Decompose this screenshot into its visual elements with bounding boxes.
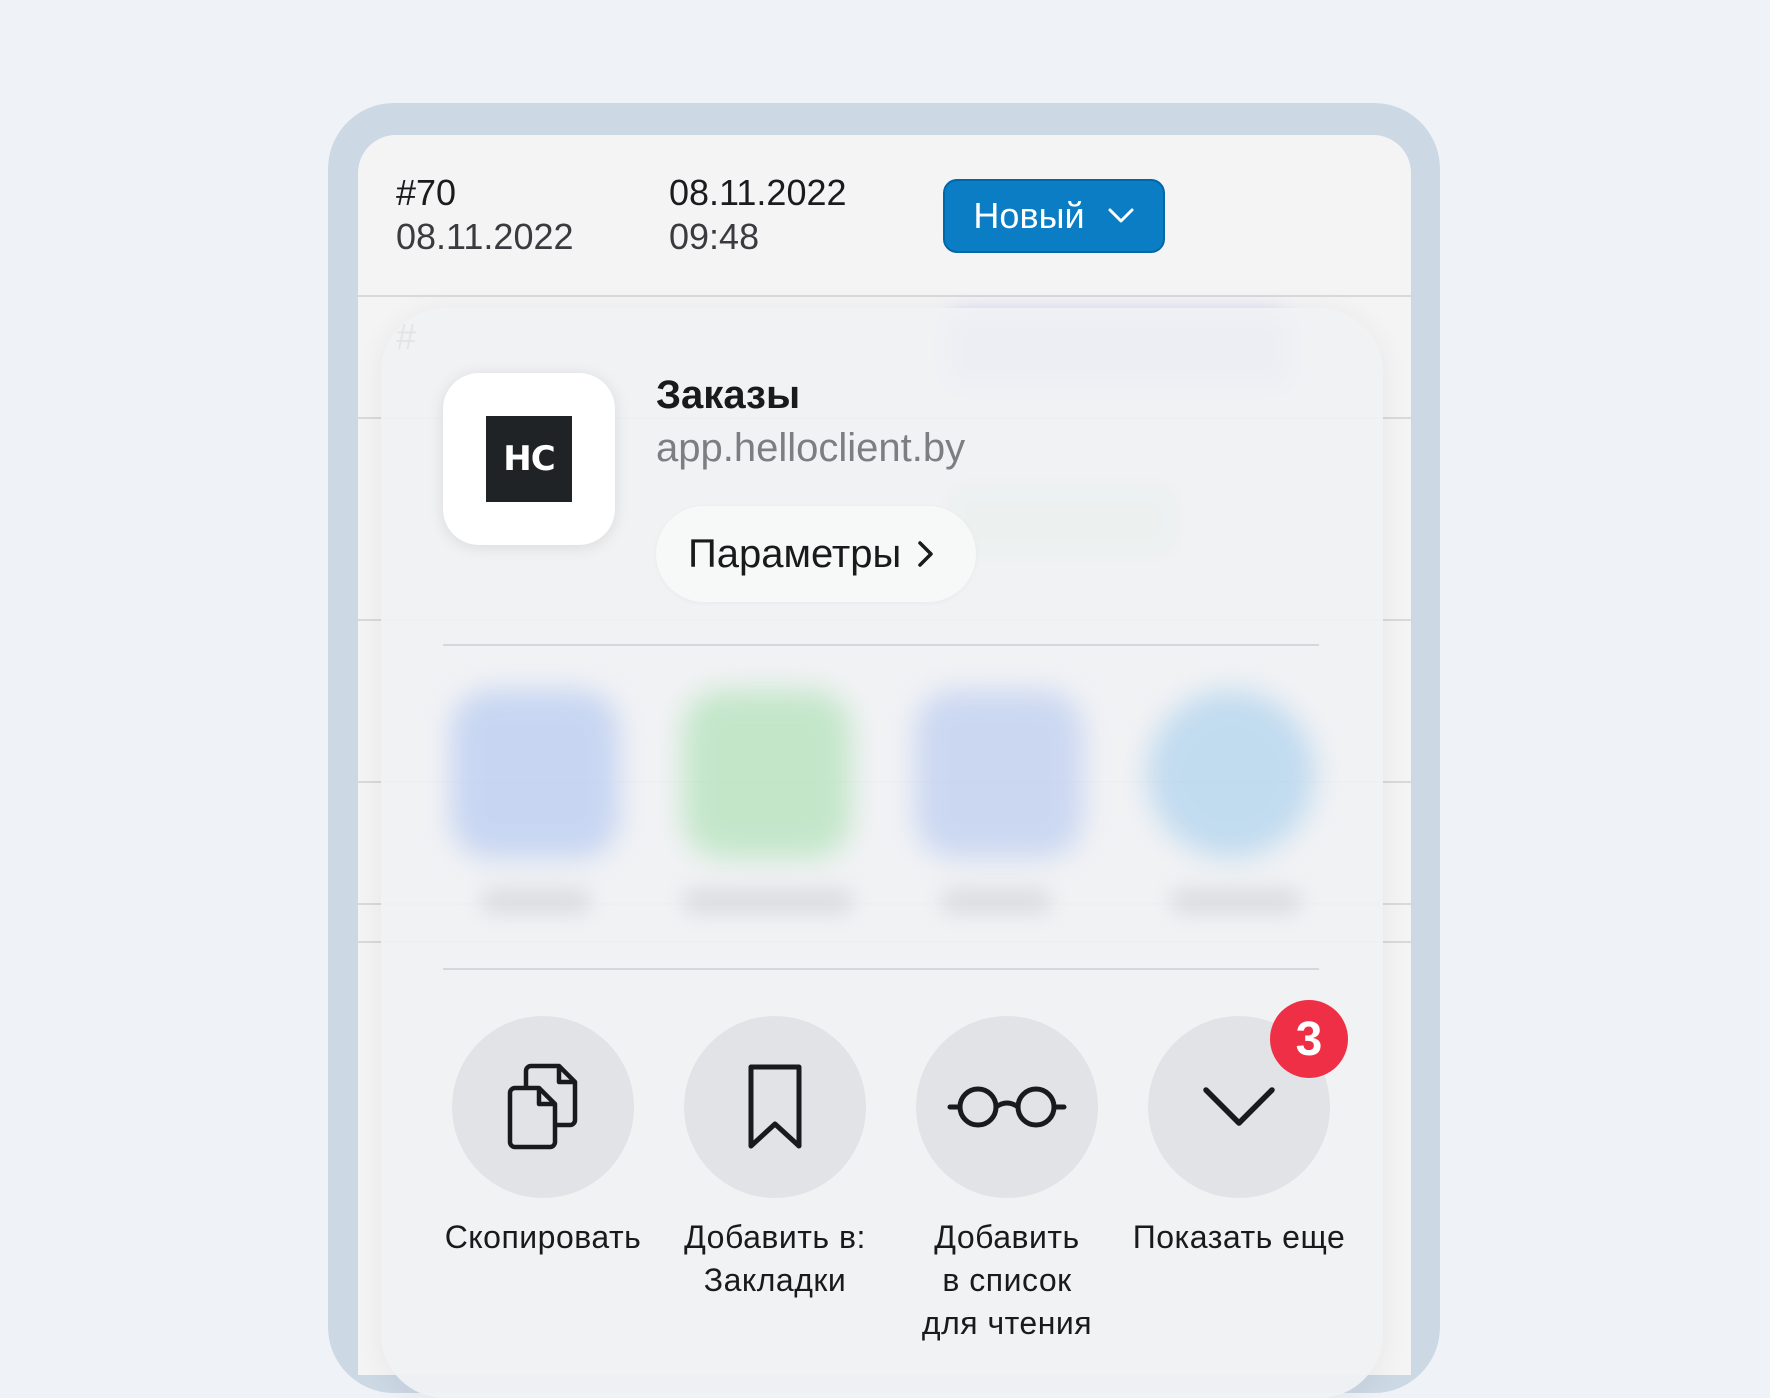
bookmark-label: Добавить в: Закладки <box>665 1216 885 1302</box>
app-icon: HC <box>443 373 615 545</box>
page-url: app.helloclient.by <box>656 426 966 470</box>
blurred-share-target[interactable] <box>1147 690 1315 858</box>
notification-badge: 3 <box>1270 1000 1348 1078</box>
order-created-date: 08.11.2022 <box>396 216 574 257</box>
blurred-share-target[interactable] <box>915 690 1083 858</box>
order-number-cell: #70 08.11.2022 <box>396 171 574 259</box>
divider <box>443 968 1319 970</box>
bookmark-label-line: Добавить в: <box>684 1219 866 1255</box>
reading-list-label: Добавить в список для чтения <box>897 1216 1117 1345</box>
order-row[interactable]: #70 08.11.2022 08.11.2022 09:48 Новый <box>358 135 1411 297</box>
status-label: Новый <box>973 195 1085 236</box>
page-title: Заказы <box>656 373 801 417</box>
copy-button[interactable]: Скопировать <box>433 1016 653 1259</box>
reading-list-label-line: для чтения <box>921 1305 1093 1341</box>
blurred-share-label <box>683 888 853 914</box>
parameters-button[interactable]: Параметры <box>656 506 976 602</box>
status-dropdown[interactable]: Новый <box>943 179 1165 253</box>
reading-list-label-line: в список <box>942 1262 1072 1298</box>
bookmark-circle[interactable] <box>684 1016 866 1198</box>
parameters-label: Параметры <box>688 531 902 576</box>
show-more-label-line: Показать еще <box>1132 1219 1346 1255</box>
copy-circle[interactable] <box>452 1016 634 1198</box>
app-icon-logo: HC <box>486 416 572 502</box>
reading-list-circle[interactable] <box>916 1016 1098 1198</box>
show-more-label: Показать еще <box>1129 1216 1349 1259</box>
blurred-share-label <box>481 888 591 914</box>
copy-icon <box>507 1063 578 1150</box>
chevron-down-icon <box>1108 208 1134 223</box>
copy-label-line: Скопировать <box>444 1219 642 1255</box>
chevron-down-icon <box>1203 1087 1275 1126</box>
order-date: 08.11.2022 <box>669 172 847 213</box>
order-time: 09:48 <box>669 216 760 257</box>
copy-label: Скопировать <box>433 1216 653 1259</box>
show-more-button[interactable]: 3 Показать еще <box>1129 1000 1349 1259</box>
glasses-icon <box>947 1086 1067 1128</box>
add-bookmark-button[interactable]: Добавить в: Закладки <box>665 1016 885 1302</box>
bookmark-icon <box>748 1064 802 1149</box>
order-datetime-cell: 08.11.2022 09:48 <box>669 171 847 259</box>
add-reading-list-button[interactable]: Добавить в список для чтения <box>897 1016 1117 1345</box>
reading-list-label-line: Добавить <box>934 1219 1080 1255</box>
share-sheet: HC Заказы app.helloclient.by Параметры С… <box>381 308 1383 1398</box>
blurred-share-label <box>941 888 1051 914</box>
blurred-share-target[interactable] <box>451 690 619 858</box>
blurred-share-label <box>1171 888 1301 914</box>
bookmark-label-line: Закладки <box>703 1262 847 1298</box>
divider <box>443 644 1319 646</box>
show-more-circle[interactable]: 3 <box>1148 1000 1348 1198</box>
chevron-right-icon <box>918 541 933 567</box>
blurred-share-target[interactable] <box>683 690 851 858</box>
order-number: #70 <box>396 172 457 213</box>
